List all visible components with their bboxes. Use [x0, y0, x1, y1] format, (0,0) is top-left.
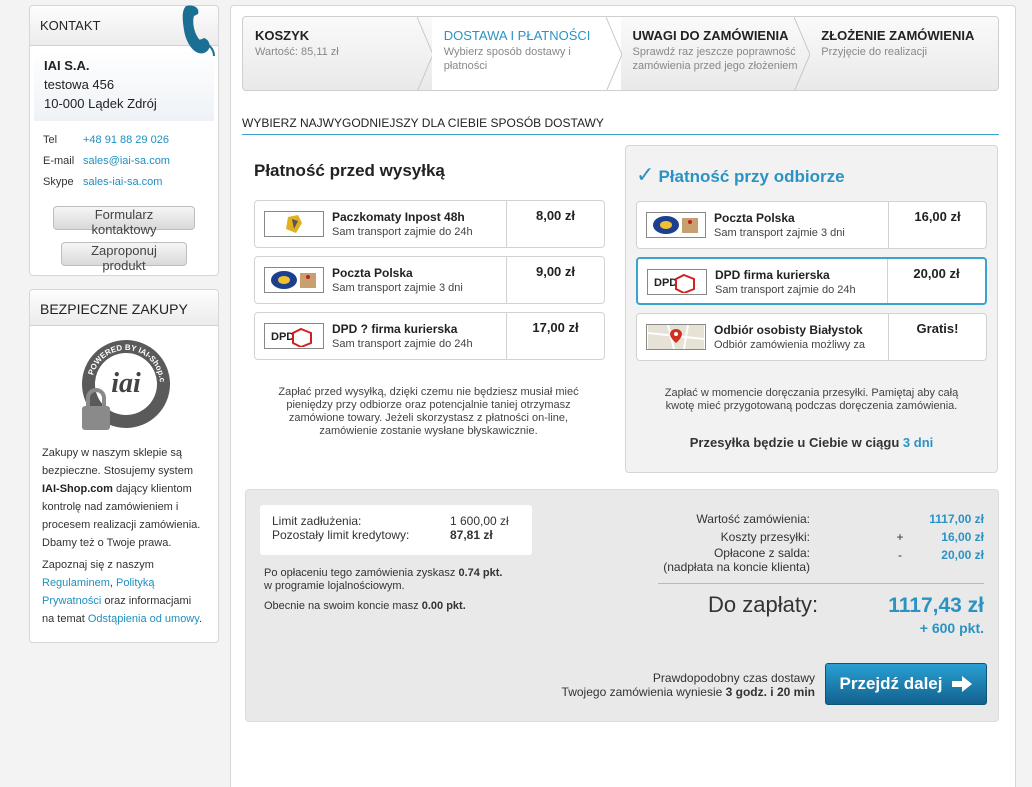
address-block: IAI S.A. testowa 456 10-000 Lądek Zdrój [34, 50, 214, 121]
tel-link[interactable]: +48 91 88 29 026 [83, 133, 169, 148]
svg-text:iai: iai [111, 368, 141, 399]
balance-row: Opłacone z salda: (nadpłata na koncie kli… [663, 546, 984, 574]
checkout-steps: KOSZYK Wartość: 85,11 zł DOSTAWA I PŁATN… [242, 16, 999, 91]
contact-form-button[interactable]: Formularz kontaktowy [53, 206, 195, 237]
proceed-button[interactable]: Przejdź dalej [825, 663, 987, 705]
email-link[interactable]: sales@iai-sa.com [83, 154, 170, 169]
order-value-row: Wartość zamówienia: 1117,00 zł [696, 512, 984, 526]
section-title: WYBIERZ NAJWYGODNIEJSZY DLA CIEBIE SPOSÓ… [242, 116, 999, 135]
credit-box: Limit zadłużenia: 1 600,00 zł Pozostały l… [260, 505, 532, 555]
skype-label: Skype [43, 176, 74, 188]
skype-link[interactable]: sales-iai-sa.com [83, 175, 162, 190]
step-separator-icon [416, 17, 433, 90]
secure-shopping-box: BEZPIECZNE ZAKUPY iai POWERED BY IAI-Sho… [29, 289, 219, 643]
option-price: 9,00 zł [506, 257, 604, 303]
to-pay-label: Do zapłaty: [708, 592, 819, 617]
checkmark-icon: ✓ [636, 162, 655, 187]
loyalty-info: Po opłaceniu tego zamówienia zyskasz 0.7… [264, 567, 503, 592]
shipping-option-inpost[interactable]: Paczkomaty Inpost 48h Sam transport zajm… [254, 200, 605, 248]
secure-text: Zakupy w naszym sklepie są bezpieczne. S… [30, 438, 218, 628]
map-pin-icon [646, 324, 706, 350]
contact-box: KONTAKT IAI S.A. testowa 456 10-000 Ląde… [29, 5, 219, 276]
dpd-logo-icon: DPD [647, 269, 707, 295]
secure-title: BEZPIECZNE ZAKUPY [30, 290, 218, 326]
poczta-polska-logo-icon [264, 267, 324, 293]
inpost-logo-icon [264, 211, 324, 237]
withdrawal-link[interactable]: Odstąpienia od umowy [88, 613, 199, 625]
tel-label: Tel [43, 134, 58, 146]
svg-text:DPD: DPD [654, 277, 677, 289]
option-price: 8,00 zł [506, 201, 604, 247]
email-label: E-mail [43, 155, 75, 167]
shipping-option-dpd-cod[interactable]: DPD DPD firma kurierska Sam transport za… [636, 257, 987, 305]
secure-paragraph-2: Zapoznaj się z naszym Regulaminem, Polit… [42, 559, 203, 625]
street: testowa 456 [44, 77, 115, 92]
shipping-cost-row: Koszty przesyłki: +16,00 zł [720, 530, 984, 544]
option-price: Gratis! [888, 314, 986, 360]
propose-product-button[interactable]: Zaproponuj produkt [61, 242, 187, 273]
to-pay-value: 1117,43 zł [888, 594, 984, 617]
option-price: 16,00 zł [888, 202, 986, 248]
skype-row: Skype sales-iai-sa.com [30, 175, 218, 190]
svg-text:DPD: DPD [271, 331, 294, 343]
step-notes[interactable]: UWAGI DO ZAMÓWIENIA Sprawdź raz jeszcze … [621, 17, 811, 90]
shipping-option-poczta[interactable]: Poczta Polska Sam transport zajmie 3 dni… [254, 256, 605, 304]
step-cart[interactable]: KOSZYK Wartość: 85,11 zł [243, 17, 433, 90]
iai-shop-seal-icon: iai POWERED BY IAI-Shop.com [76, 334, 170, 430]
credit-left-value: 87,81 zł [450, 528, 493, 542]
credit-limit-label: Limit zadłużenia: [272, 514, 362, 528]
order-summary: Limit zadłużenia: 1 600,00 zł Pozostały l… [245, 489, 999, 722]
city: 10-000 Lądek Zdrój [44, 96, 157, 111]
shipping-option-pickup[interactable]: Odbiór osobisty Białystok Odbiór zamówie… [636, 313, 987, 361]
account-points: Obecnie na swoim koncie masz 0.00 pkt. [264, 600, 466, 612]
totals-divider [658, 583, 984, 584]
shipping-option-dpd[interactable]: DPD DPD ? firma kurierska Sam transport … [254, 312, 605, 360]
arrow-right-icon [952, 676, 973, 692]
poczta-polska-logo-icon [646, 212, 706, 238]
delivery-eta: Przesyłka będzie u Ciebie w ciągu 3 dni [689, 435, 934, 450]
pay-before-title: Płatność przed wysyłką [254, 161, 445, 180]
company-name: IAI S.A. [44, 58, 90, 73]
credit-limit-value: 1 600,00 zł [450, 514, 509, 528]
email-row: E-mail sales@iai-sa.com [30, 154, 218, 169]
totals: Wartość zamówienia: 1117,00 zł Koszty prz… [658, 510, 984, 636]
dpd-logo-icon: DPD [264, 323, 324, 349]
step-delivery[interactable]: DOSTAWA I PŁATNOŚCI Wybierz sposób dosta… [431, 17, 622, 90]
rules-link[interactable]: Regulaminem [42, 577, 110, 589]
step-separator-icon [605, 17, 622, 90]
pay-on-delivery-title: ✓ Płatność przy odbiorze [636, 162, 845, 187]
option-price: 20,00 zł [887, 259, 985, 303]
shipping-option-poczta-cod[interactable]: Poczta Polska Sam transport zajmie 3 dni… [636, 201, 987, 249]
main-panel: KOSZYK Wartość: 85,11 zł DOSTAWA I PŁATN… [230, 5, 1016, 787]
phone-handset-icon [182, 5, 215, 56]
pay-before-column: Płatność przed wysyłką Paczkomaty Inpost… [242, 145, 615, 473]
pay-before-note: Zapłać przed wysyłką, dzięki czemu nie b… [278, 386, 579, 437]
step-submit[interactable]: ZŁOŻENIE ZAMÓWIENIA Przyjęcie do realiza… [809, 17, 998, 90]
pay-on-delivery-column: ✓ Płatność przy odbiorze Poczta Polska Sa… [625, 145, 998, 473]
delivery-time: Prawdopodobny czas dostawy Twojego zamów… [561, 671, 815, 699]
step-separator-icon [794, 17, 811, 90]
option-price: 17,00 zł [506, 313, 604, 359]
tel-row: Tel +48 91 88 29 026 [30, 133, 218, 148]
to-pay-row: Do zapłaty: 1117,43 zł [658, 592, 984, 618]
secure-paragraph-1: Zakupy w naszym sklepie są bezpieczne. S… [42, 447, 201, 549]
pay-on-delivery-note: Zapłać w momencie doręczania przesyłki. … [664, 387, 959, 412]
points-earned: + 600 pkt. [919, 620, 984, 636]
credit-left-label: Pozostały limit kredytowy: [272, 528, 410, 542]
